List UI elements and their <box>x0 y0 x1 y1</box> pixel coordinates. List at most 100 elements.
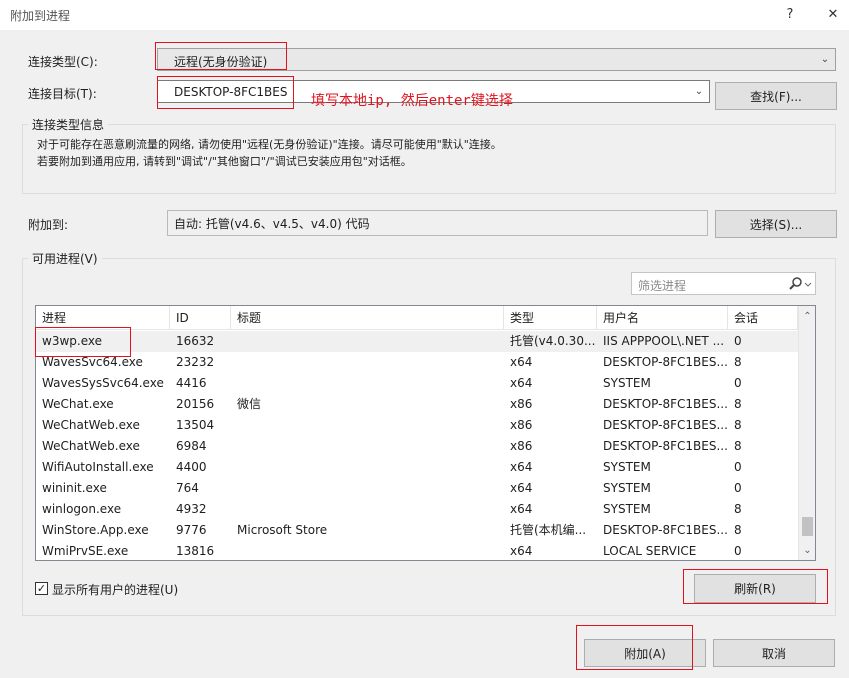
process-title <box>231 457 504 478</box>
select-button[interactable]: 选择(S)... <box>715 210 837 238</box>
table-row[interactable]: WinStore.App.exe 9776 Microsoft Store 托管(本机… <box>36 520 798 541</box>
process-type: x64 <box>510 544 533 558</box>
column-header-session[interactable]: 会话 <box>728 306 798 330</box>
connection-info-line2: 若要附加到通用应用, 请转到"调试"/"其他窗口"/"调试已安装应用包"对话框。 <box>37 155 412 168</box>
process-title <box>231 373 504 394</box>
process-id: 23232 <box>176 355 215 369</box>
table-row[interactable]: WifiAutoInstall.exe 4400 x64 SYSTEM 0 <box>36 457 798 478</box>
process-session: 0 <box>734 544 742 558</box>
process-title <box>231 415 504 436</box>
scrollbar-thumb[interactable] <box>802 517 813 536</box>
process-id: 9776 <box>176 523 207 537</box>
show-all-users-label[interactable]: 显示所有用户的进程(U) <box>52 581 178 598</box>
column-header-title[interactable]: 标题 <box>231 306 504 330</box>
process-title: 微信 <box>237 397 262 411</box>
process-name: WinStore.App.exe <box>42 523 149 537</box>
scroll-up-icon[interactable]: ⌃ <box>799 308 815 325</box>
column-header-id[interactable]: ID <box>170 306 231 330</box>
process-id: 4416 <box>176 376 207 390</box>
highlight-connection-target <box>157 76 294 109</box>
process-type: x86 <box>510 397 533 411</box>
process-title <box>231 352 504 373</box>
process-title <box>231 331 504 352</box>
show-all-users-checkbox[interactable]: ✓ <box>35 582 48 595</box>
process-id: 13816 <box>176 544 215 558</box>
table-row[interactable]: WeChat.exe 20156 微信 x86 DESKTOP-8FC1BES... 8 <box>36 394 798 415</box>
process-username: SYSTEM <box>603 460 651 474</box>
process-session: 0 <box>734 376 742 390</box>
process-name: winlogon.exe <box>42 502 122 516</box>
table-row[interactable]: wininit.exe 764 x64 SYSTEM 0 <box>36 478 798 499</box>
filter-placeholder: 筛选进程 <box>638 279 687 293</box>
process-id: 13504 <box>176 418 215 432</box>
process-title: Microsoft Store <box>237 523 328 537</box>
process-username: SYSTEM <box>603 376 651 390</box>
process-id: 16632 <box>176 334 215 348</box>
process-session: 8 <box>734 418 742 432</box>
table-row[interactable]: WmiPrvSE.exe 13816 x64 LOCAL SERVICE 0 <box>36 541 798 560</box>
process-username: DESKTOP-8FC1BES... <box>603 355 728 369</box>
vertical-scrollbar[interactable]: ⌃ ⌄ <box>798 306 815 560</box>
process-username: SYSTEM <box>603 502 651 516</box>
process-title <box>231 499 504 520</box>
process-username: LOCAL SERVICE <box>603 544 697 558</box>
highlight-attach <box>576 625 693 670</box>
help-icon[interactable]: ? <box>775 4 805 26</box>
table-header: 进程 ID 标题 类型 用户名 会话 <box>36 306 798 330</box>
process-name: WifiAutoInstall.exe <box>42 460 154 474</box>
process-id: 764 <box>176 481 199 495</box>
process-username: DESKTOP-8FC1BES... <box>603 397 728 411</box>
process-session: 0 <box>734 481 742 495</box>
column-header-type[interactable]: 类型 <box>504 306 597 330</box>
connection-target-label: 连接目标(T): <box>28 87 97 101</box>
find-button[interactable]: 查找(F)... <box>715 82 837 110</box>
process-name: WeChatWeb.exe <box>42 439 140 453</box>
search-icon[interactable] <box>786 275 814 293</box>
process-title <box>231 541 504 560</box>
process-username: SYSTEM <box>603 481 651 495</box>
chevron-down-icon[interactable]: ⌄ <box>691 81 707 102</box>
column-header-username[interactable]: 用户名 <box>597 306 728 330</box>
process-type: x86 <box>510 439 533 453</box>
highlight-refresh <box>683 569 828 604</box>
table-row[interactable]: winlogon.exe 4932 x64 SYSTEM 8 <box>36 499 798 520</box>
process-title <box>231 436 504 457</box>
process-username: DESKTOP-8FC1BES... <box>603 523 728 537</box>
process-type: x64 <box>510 355 533 369</box>
cancel-button[interactable]: 取消 <box>713 639 835 667</box>
table-row[interactable]: WeChatWeb.exe 13504 x86 DESKTOP-8FC1BES... 8 <box>36 415 798 436</box>
table-row[interactable]: WavesSvc64.exe 23232 x64 DESKTOP-8FC1BES...… <box>36 352 798 373</box>
attach-to-label: 附加到: <box>28 218 69 232</box>
process-name: WeChatWeb.exe <box>42 418 140 432</box>
filter-process-input[interactable]: 筛选进程 <box>631 272 816 295</box>
close-icon[interactable]: ✕ <box>818 4 848 26</box>
connection-type-label: 连接类型(C): <box>28 55 98 69</box>
process-type: x64 <box>510 502 533 516</box>
processes-title: 可用进程(V) <box>28 250 102 267</box>
table-row[interactable]: w3wp.exe 16632 托管(v4.0.30... IIS APPPOOL\.N… <box>36 331 798 352</box>
table-row[interactable]: WavesSysSvc64.exe 4416 x64 SYSTEM 0 <box>36 373 798 394</box>
highlight-w3wp <box>35 327 131 357</box>
process-username: IIS APPPOOL\.NET ... <box>603 334 725 348</box>
scroll-down-icon[interactable]: ⌄ <box>799 542 815 559</box>
process-id: 4932 <box>176 502 207 516</box>
process-name: WmiPrvSE.exe <box>42 544 129 558</box>
process-session: 0 <box>734 460 742 474</box>
process-id: 20156 <box>176 397 215 411</box>
process-name: WavesSysSvc64.exe <box>42 376 164 390</box>
process-type: 托管(v4.0.30... <box>510 334 596 348</box>
process-name: WeChat.exe <box>42 397 114 411</box>
title-bar: 附加到进程 ? ✕ <box>0 0 849 30</box>
process-session: 8 <box>734 439 742 453</box>
process-session: 8 <box>734 502 742 516</box>
process-session: 8 <box>734 397 742 411</box>
connection-info-line1: 对于可能存在恶意刷流量的网络, 请勿使用"远程(无身份验证)"连接。请尽可能使用… <box>37 138 502 151</box>
table-row[interactable]: WeChatWeb.exe 6984 x86 DESKTOP-8FC1BES... 8 <box>36 436 798 457</box>
process-type: x64 <box>510 376 533 390</box>
chevron-down-icon: ⌄ <box>820 54 830 65</box>
process-type: 托管(本机编... <box>510 523 587 537</box>
process-username: DESKTOP-8FC1BES... <box>603 418 728 432</box>
process-name: wininit.exe <box>42 481 107 495</box>
process-type: x64 <box>510 460 533 474</box>
process-username: DESKTOP-8FC1BES... <box>603 439 728 453</box>
